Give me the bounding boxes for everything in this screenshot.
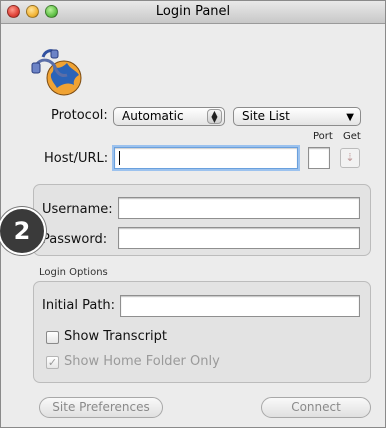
port-input[interactable]	[308, 147, 330, 169]
connect-button[interactable]: Connect	[261, 397, 371, 418]
title-bar[interactable]: Login Panel	[1, 1, 385, 24]
initial-path-label: Initial Path:	[42, 298, 116, 313]
show-transcript-label: Show Transcript	[64, 329, 168, 344]
port-label: Port	[313, 131, 333, 142]
get-label: Get	[343, 131, 361, 142]
show-home-folder-checkbox[interactable]: ✓	[46, 356, 59, 369]
text-caret	[119, 151, 120, 165]
checkmark-icon: ✓	[47, 356, 58, 369]
site-preferences-button[interactable]: Site Preferences	[39, 397, 163, 418]
globe-with-cable-icon	[31, 49, 82, 96]
step-number-badge: 2	[0, 207, 46, 255]
show-home-folder-label: Show Home Folder Only	[64, 354, 220, 369]
down-arrow-icon: ⇣	[345, 151, 355, 164]
login-options-group: Initial Path: Show Transcript ✓ Show Hom…	[33, 281, 371, 383]
login-panel-window: Login Panel Protocol: Automatic ▲ ▼ Site …	[0, 0, 386, 428]
show-transcript-checkbox[interactable]	[46, 331, 59, 344]
protocol-value: Automatic	[122, 109, 184, 123]
site-list-select[interactable]: Site List ▼	[233, 107, 361, 126]
site-list-value: Site List	[242, 109, 290, 123]
username-label: Username:	[42, 202, 113, 217]
host-url-input[interactable]	[114, 147, 298, 169]
protocol-select[interactable]: Automatic ▲ ▼	[113, 107, 225, 126]
credentials-group: Username: Password:	[33, 184, 371, 256]
password-input[interactable]	[118, 227, 360, 249]
password-label: Password:	[42, 232, 108, 247]
username-input[interactable]	[118, 197, 360, 219]
get-button[interactable]: ⇣	[340, 148, 360, 168]
initial-path-input[interactable]	[120, 295, 360, 317]
protocol-label: Protocol:	[51, 108, 108, 123]
host-url-label: Host/URL:	[44, 151, 109, 166]
login-options-title: Login Options	[39, 267, 108, 278]
window-title: Login Panel	[155, 4, 231, 19]
triangle-down-icon: ▼	[346, 112, 354, 123]
up-down-stepper-icon[interactable]: ▲ ▼	[207, 109, 222, 124]
